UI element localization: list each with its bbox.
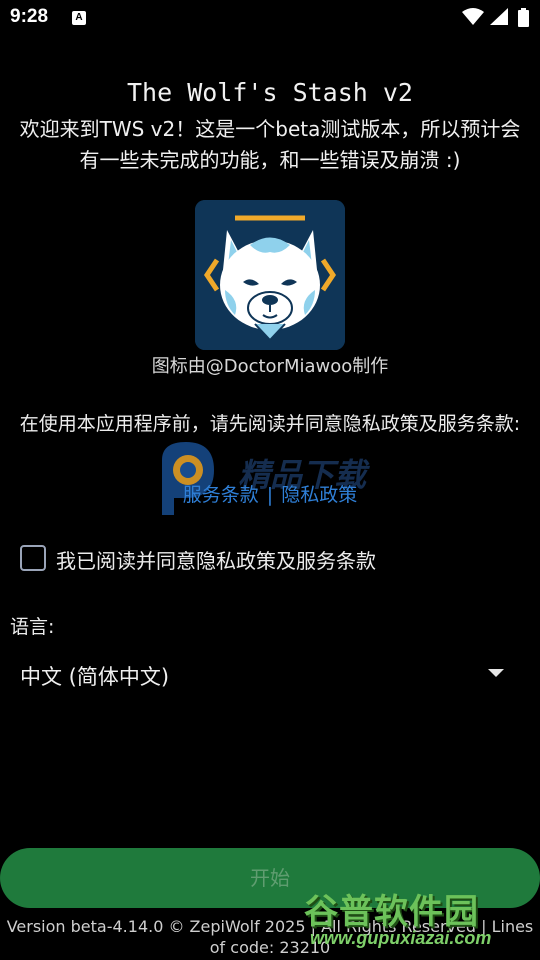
status-bar: 9:28 A: [0, 0, 540, 36]
agreement-row[interactable]: 我已阅读并同意隐私政策及服务条款: [18, 542, 518, 574]
agree-checkbox[interactable]: [20, 545, 46, 571]
language-selected-value[interactable]: 中文 (简体中文): [20, 661, 169, 691]
agree-label[interactable]: 我已阅读并同意隐私政策及服务条款: [56, 545, 376, 574]
language-dropdown[interactable]: 中文 (简体中文): [8, 645, 530, 701]
link-separator: |: [266, 484, 274, 506]
icon-credit: 图标由@DoctorMiawoo制作: [151, 356, 389, 377]
policy-links: 服务条款 | 隐私政策: [0, 480, 540, 507]
signal-icon: [490, 8, 508, 25]
dropdown-arrow-icon[interactable]: [488, 669, 504, 677]
wolf-logo-icon: [195, 200, 345, 350]
corner-watermark: 谷普软件园 www.gupuxiazai.com: [296, 884, 540, 960]
status-time: 9:28: [10, 6, 49, 27]
corner-watermark-url: www.gupuxiazai.com: [310, 928, 492, 948]
privacy-policy-link[interactable]: 隐私政策: [281, 484, 357, 506]
notification-icon: A: [72, 11, 86, 25]
privacy-prompt: 在使用本应用程序前，请先阅读并同意隐私政策及服务条款:: [19, 413, 521, 435]
terms-of-service-link[interactable]: 服务条款: [183, 484, 259, 506]
welcome-message: 欢迎来到TWS v2！这是一个beta测试版本，所以预计会有一些未完成的功能，和…: [19, 117, 521, 172]
app-title: The Wolf's Stash v2: [127, 78, 413, 107]
corner-watermark-title: 谷普软件园: [304, 892, 479, 932]
app-logo: [195, 200, 345, 350]
language-label: 语言:: [10, 616, 55, 638]
battery-icon: [518, 8, 529, 27]
wifi-icon: [462, 8, 484, 25]
